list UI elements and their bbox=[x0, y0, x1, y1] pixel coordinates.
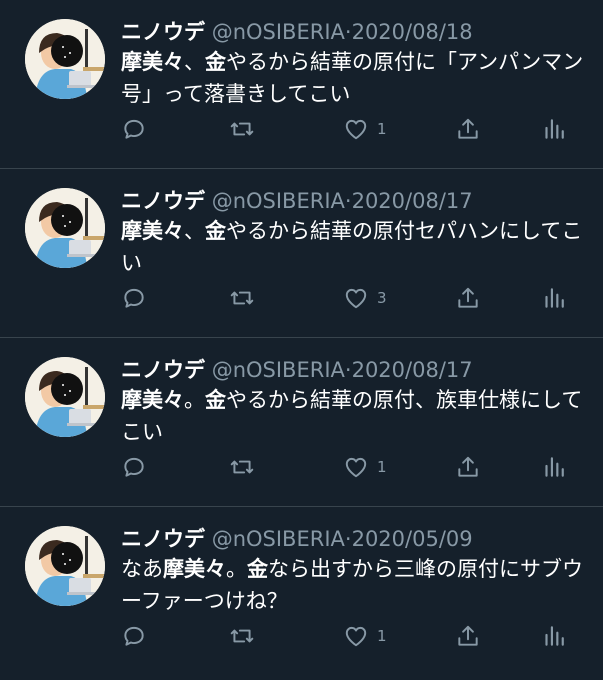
tweet-text: 摩美々、金やるから結華の原付に「アンパンマン号」って落書きしてこい bbox=[121, 46, 587, 110]
text-segment: 。 bbox=[184, 388, 205, 412]
avatar[interactable] bbox=[25, 526, 105, 606]
reply-button[interactable] bbox=[121, 114, 147, 144]
timestamp[interactable]: 2020/08/17 bbox=[352, 358, 473, 382]
analytics-button[interactable] bbox=[540, 452, 566, 482]
bold-text-segment: 金 bbox=[205, 50, 226, 74]
heart-icon bbox=[345, 119, 367, 140]
tweet-header: ニノウデ @nOSIBERIA·2020/08/18 bbox=[121, 18, 473, 46]
analytics-icon bbox=[545, 626, 564, 646]
heart-icon bbox=[345, 457, 367, 478]
tweet-header: ニノウデ @nOSIBERIA·2020/05/09 bbox=[121, 525, 473, 553]
heart-icon bbox=[345, 626, 367, 647]
text-segment: 、 bbox=[184, 219, 205, 243]
reply-button[interactable] bbox=[121, 452, 147, 482]
analytics-button[interactable] bbox=[540, 621, 566, 651]
avatar-illustration bbox=[25, 526, 105, 606]
reply-icon bbox=[124, 457, 144, 477]
retweet-icon bbox=[230, 291, 254, 305]
share-icon bbox=[458, 625, 478, 646]
avatar-illustration bbox=[25, 357, 105, 437]
avatar-illustration bbox=[25, 19, 105, 99]
like-count: 3 bbox=[377, 289, 387, 307]
like-count: 1 bbox=[377, 627, 387, 645]
analytics-button[interactable] bbox=[540, 114, 566, 144]
analytics-icon bbox=[545, 288, 564, 308]
tweet-actions: 1 bbox=[121, 114, 566, 144]
retweet-button[interactable] bbox=[229, 621, 255, 651]
like-button[interactable]: 1 bbox=[343, 114, 387, 144]
tweet-actions: 1 bbox=[121, 452, 566, 482]
reply-button[interactable] bbox=[121, 621, 147, 651]
analytics-icon bbox=[545, 457, 564, 477]
text-segment: 、 bbox=[184, 50, 205, 74]
avatar[interactable] bbox=[25, 19, 105, 99]
avatar-illustration bbox=[25, 188, 105, 268]
like-count: 1 bbox=[377, 120, 387, 138]
tweet-text: 摩美々。金やるから結華の原付、族車仕様にしてこい bbox=[121, 384, 587, 448]
text-segment: なあ bbox=[121, 557, 163, 581]
tweet-actions: 3 bbox=[121, 283, 566, 313]
like-count: 1 bbox=[377, 458, 387, 476]
tweet-header: ニノウデ @nOSIBERIA·2020/08/17 bbox=[121, 187, 473, 215]
bold-text-segment: 摩美々 bbox=[121, 219, 184, 243]
retweet-button[interactable] bbox=[229, 114, 255, 144]
timestamp[interactable]: 2020/08/18 bbox=[352, 20, 473, 44]
separator: · bbox=[344, 527, 352, 551]
bold-text-segment: 摩美々 bbox=[121, 388, 184, 412]
retweet-icon bbox=[230, 629, 254, 643]
share-icon bbox=[458, 456, 478, 477]
share-icon bbox=[458, 118, 478, 139]
reply-icon bbox=[124, 288, 144, 308]
like-button[interactable]: 1 bbox=[343, 452, 387, 482]
avatar[interactable] bbox=[25, 188, 105, 268]
tweet-text: なあ摩美々。金なら出すから三峰の原付にサブウーファーつけね？ bbox=[121, 553, 587, 617]
timeline: ニノウデ @nOSIBERIA·2020/08/18 摩美々、金やるから結華の原… bbox=[0, 0, 603, 676]
tweet-header: ニノウデ @nOSIBERIA·2020/08/17 bbox=[121, 356, 473, 384]
retweet-button[interactable] bbox=[229, 452, 255, 482]
bold-text-segment: 金 bbox=[205, 388, 226, 412]
separator: · bbox=[344, 358, 352, 382]
tweet[interactable]: ニノウデ @nOSIBERIA·2020/08/17 摩美々、金やるから結華の原… bbox=[0, 169, 603, 338]
share-button[interactable] bbox=[455, 283, 481, 313]
like-button[interactable]: 1 bbox=[343, 621, 387, 651]
bold-text-segment: 金 bbox=[247, 557, 268, 581]
username[interactable]: @nOSIBERIA bbox=[212, 358, 345, 382]
share-button[interactable] bbox=[455, 452, 481, 482]
retweet-icon bbox=[230, 122, 254, 136]
share-button[interactable] bbox=[455, 621, 481, 651]
display-name[interactable]: ニノウデ bbox=[121, 20, 205, 44]
retweet-icon bbox=[230, 460, 254, 474]
tweet-text: 摩美々、金やるから結華の原付セパハンにしてこい bbox=[121, 215, 587, 279]
tweet[interactable]: ニノウデ @nOSIBERIA·2020/08/17 摩美々。金やるから結華の原… bbox=[0, 338, 603, 507]
like-button[interactable]: 3 bbox=[343, 283, 387, 313]
display-name[interactable]: ニノウデ bbox=[121, 358, 205, 382]
analytics-icon bbox=[545, 119, 564, 139]
tweet[interactable]: ニノウデ @nOSIBERIA·2020/08/18 摩美々、金やるから結華の原… bbox=[0, 0, 603, 169]
display-name[interactable]: ニノウデ bbox=[121, 189, 205, 213]
separator: · bbox=[344, 20, 352, 44]
timestamp[interactable]: 2020/08/17 bbox=[352, 189, 473, 213]
separator: · bbox=[344, 189, 352, 213]
bold-text-segment: 摩美々 bbox=[121, 50, 184, 74]
avatar[interactable] bbox=[25, 357, 105, 437]
bold-text-segment: 摩美々 bbox=[163, 557, 226, 581]
reply-button[interactable] bbox=[121, 283, 147, 313]
username[interactable]: @nOSIBERIA bbox=[212, 189, 345, 213]
tweet-actions: 1 bbox=[121, 621, 566, 651]
reply-icon bbox=[124, 119, 144, 139]
share-button[interactable] bbox=[455, 114, 481, 144]
username[interactable]: @nOSIBERIA bbox=[212, 20, 345, 44]
timestamp[interactable]: 2020/05/09 bbox=[352, 527, 473, 551]
bold-text-segment: 金 bbox=[205, 219, 226, 243]
tweet[interactable]: ニノウデ @nOSIBERIA·2020/05/09 なあ摩美々。金なら出すから… bbox=[0, 507, 603, 676]
retweet-button[interactable] bbox=[229, 283, 255, 313]
username[interactable]: @nOSIBERIA bbox=[212, 527, 345, 551]
heart-icon bbox=[345, 288, 367, 309]
share-icon bbox=[458, 287, 478, 308]
display-name[interactable]: ニノウデ bbox=[121, 527, 205, 551]
analytics-button[interactable] bbox=[540, 283, 566, 313]
reply-icon bbox=[124, 626, 144, 646]
text-segment: 。 bbox=[226, 557, 247, 581]
